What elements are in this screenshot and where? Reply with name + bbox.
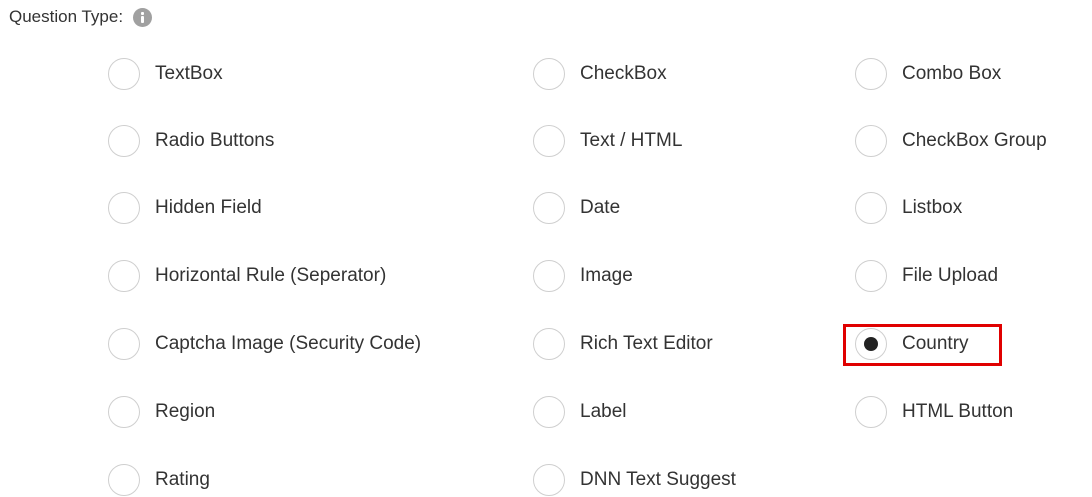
option-label: Radio Buttons [155, 130, 275, 151]
option-label: Rich Text Editor [580, 333, 713, 354]
option-file-upload[interactable]: File Upload [855, 259, 998, 293]
radio-button[interactable] [108, 125, 140, 157]
option-label: Region [155, 401, 216, 422]
option-checkbox-group[interactable]: CheckBox Group [855, 124, 1047, 158]
option-text-html[interactable]: Text / HTML [533, 124, 682, 158]
option-hidden-field[interactable]: Hidden Field [108, 191, 262, 225]
radio-button[interactable] [533, 125, 565, 157]
option-image[interactable]: Image [533, 259, 633, 293]
radio-button[interactable] [108, 464, 140, 496]
option-label: Hidden Field [155, 197, 262, 218]
radio-button[interactable] [533, 58, 565, 90]
option-label: Image [580, 265, 633, 286]
radio-button[interactable] [108, 396, 140, 428]
option-dnn-text-suggest[interactable]: DNN Text Suggest [533, 463, 736, 497]
option-label: CheckBox [580, 63, 667, 84]
option-label: Horizontal Rule (Seperator) [155, 265, 387, 286]
selection-highlight-box [843, 324, 1002, 366]
question-type-options: TextBox CheckBox Combo Box Radio Buttons… [0, 0, 1092, 497]
option-date[interactable]: Date [533, 191, 620, 225]
radio-button[interactable] [855, 396, 887, 428]
option-listbox[interactable]: Listbox [855, 191, 962, 225]
option-label: Rating [155, 469, 210, 490]
option-rating[interactable]: Rating [108, 463, 210, 497]
option-label: Combo Box [902, 63, 1002, 84]
radio-button[interactable] [533, 328, 565, 360]
option-label: Listbox [902, 197, 963, 218]
option-label: Date [580, 197, 621, 218]
radio-button[interactable] [855, 125, 887, 157]
option-label: Captcha Image (Security Code) [155, 333, 422, 354]
option-combo-box[interactable]: Combo Box [855, 57, 1001, 91]
option-checkbox[interactable]: CheckBox [533, 57, 667, 91]
radio-button[interactable] [108, 328, 140, 360]
option-label: Label [580, 401, 627, 422]
radio-button[interactable] [533, 464, 565, 496]
option-label: CheckBox Group [902, 130, 1047, 151]
radio-button[interactable] [108, 260, 140, 292]
radio-button[interactable] [855, 58, 887, 90]
option-label: File Upload [902, 265, 999, 286]
option-rich-text-editor[interactable]: Rich Text Editor [533, 327, 713, 361]
option-captcha-image[interactable]: Captcha Image (Security Code) [108, 327, 421, 361]
radio-button[interactable] [855, 260, 887, 292]
radio-button[interactable] [108, 192, 140, 224]
option-label-type[interactable]: Label [533, 395, 627, 429]
option-label: DNN Text Suggest [580, 469, 736, 490]
radio-button[interactable] [108, 58, 140, 90]
radio-button[interactable] [533, 396, 565, 428]
option-horizontal-rule[interactable]: Horizontal Rule (Seperator) [108, 259, 386, 293]
option-html-button[interactable]: HTML Button [855, 395, 1013, 429]
option-label: HTML Button [902, 401, 1014, 422]
option-textbox[interactable]: TextBox [108, 57, 223, 91]
radio-button[interactable] [533, 260, 565, 292]
option-label: TextBox [155, 63, 223, 84]
option-label: Text / HTML [580, 130, 683, 151]
radio-button[interactable] [533, 192, 565, 224]
radio-button[interactable] [855, 192, 887, 224]
option-region[interactable]: Region [108, 395, 215, 429]
option-radio-buttons[interactable]: Radio Buttons [108, 124, 274, 158]
